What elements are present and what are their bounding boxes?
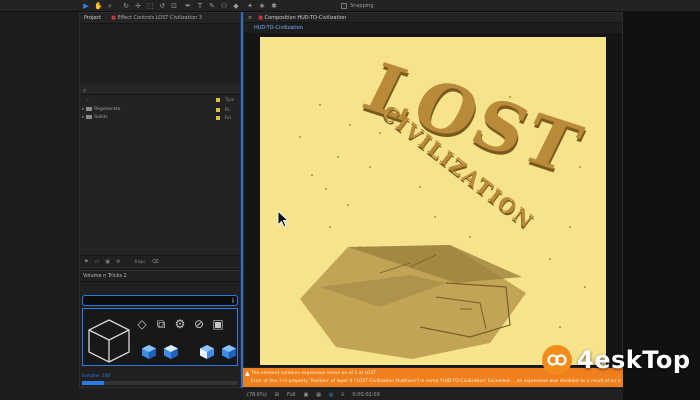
plugin-progress-bar <box>82 381 238 385</box>
tab-effect-controls[interactable]: ■ Effect Controls LOST Civilization 3 <box>111 15 202 21</box>
mouse-cursor-icon <box>277 210 289 228</box>
plugin-controls: ◇ ⧉ ⚙ ⊘ ▣ <box>82 308 238 366</box>
expand-triangle-icon[interactable]: ▸ <box>82 115 84 120</box>
new-composition-icon[interactable]: ▣ <box>105 259 110 265</box>
unified-camera-tool-icon[interactable]: ⬚ <box>146 2 154 10</box>
snapping-label: Snapping <box>350 3 374 9</box>
project-item-name: Solids <box>94 115 108 120</box>
gear-icon[interactable]: ⚙ <box>173 317 187 331</box>
composition-tab[interactable]: ≡ ■ Composition HUD-TO-Civilization <box>244 13 622 23</box>
blue-cube-icon[interactable] <box>221 344 237 360</box>
warning-icon[interactable]: ▲ <box>245 370 250 377</box>
composition-viewer[interactable]: LOST CIVILIZATION <box>244 33 622 367</box>
expand-triangle-icon[interactable]: ▸ <box>82 107 84 112</box>
watermark-text: 4eskTop <box>577 346 691 374</box>
blue-cube-icon[interactable] <box>141 344 157 360</box>
star-tool-icon[interactable]: ✱ <box>270 2 278 10</box>
project-item-solids[interactable]: ▸ Solids Fol <box>80 114 240 121</box>
snapping-toggle[interactable]: Snapping <box>341 2 374 10</box>
plugin-panel-title: Volume n Tricks 2 <box>80 271 240 282</box>
info-icon[interactable]: i <box>232 297 234 305</box>
composition-canvas[interactable]: LOST CIVILIZATION <box>260 37 606 365</box>
project-panel-tabs: Project ■ Effect Controls LOST Civilizat… <box>80 13 240 24</box>
project-item-name: Regenerate <box>94 107 121 112</box>
tab-project[interactable]: Project <box>84 15 101 21</box>
volume-cube-icon <box>88 319 130 363</box>
grid-plane-icon[interactable]: ◇ <box>135 317 149 331</box>
brush-tool-icon[interactable]: ✎ <box>208 2 216 10</box>
close-icon[interactable]: ■ <box>111 15 116 21</box>
region-icon[interactable]: ▣ <box>304 392 309 398</box>
plugin-panel-footer <box>79 388 241 400</box>
snapping-checkbox[interactable] <box>341 3 347 9</box>
composition-panel: ≡ ■ Composition HUD-TO-Civilization HUD-T… <box>243 12 623 388</box>
blue-cube-icon[interactable] <box>163 344 179 360</box>
project-item-type: Fol <box>225 115 231 120</box>
mask-tool-icon[interactable]: ⊡ <box>170 2 178 10</box>
label-column-icon <box>216 98 220 102</box>
error-line-2: Error at line 3 in property 'Position' o… <box>251 379 621 384</box>
plugin-input-bar[interactable]: i <box>82 295 238 306</box>
lock-icon[interactable]: ≡ <box>248 15 252 21</box>
error-line-1: The element contains expression errors o… <box>251 371 377 376</box>
folder-icon <box>86 106 93 111</box>
pan-behind-tool-icon[interactable]: ✛ <box>134 2 142 10</box>
composition-sub-tab[interactable]: HUD-TO-Civilization <box>244 23 622 33</box>
plugin-icon-row: ◇ ⧉ ⚙ ⊘ ▣ <box>135 317 225 331</box>
toolbar: ▶ ✋ ⌕ ↻ ✛ ⬚ ↺ ⊡ ✒ T ✎ ⚇ ◆ ✦ ★ ✱ Snapping <box>0 0 700 12</box>
project-footer: ⚑ ▭ ▣ ⚙ 8 bpc ⌫ <box>80 255 240 267</box>
screen-icon[interactable]: ▣ <box>211 317 225 331</box>
orbit-tool-icon[interactable]: ↻ <box>122 2 130 10</box>
plugin-status-text: Installer 100 <box>82 374 111 379</box>
zoom-dropdown[interactable]: (78.6%) <box>247 392 267 398</box>
composition-footer: (78.6%) ⊞ Full ▣ ▦ ◎ ⌾ 0:00:02:09 <box>243 388 623 400</box>
interpret-footage-icon[interactable]: ⚑ <box>84 259 88 265</box>
blue-cube-icon[interactable] <box>199 344 215 360</box>
trash-icon[interactable]: ⌫ <box>152 259 159 265</box>
watermark: 4eskTop <box>540 342 691 378</box>
camera-icon[interactable]: ◎ <box>329 392 333 398</box>
project-column-header: ⌄ Type <box>80 97 240 104</box>
zoom-tool-icon[interactable]: ⌕ <box>106 2 114 10</box>
snapshot-icon[interactable]: ⌾ <box>341 392 344 398</box>
type-tool-icon[interactable]: T <box>196 2 204 10</box>
rotate-tool-icon[interactable]: ↺ <box>158 2 166 10</box>
plugin-cube-row <box>141 344 237 360</box>
project-search-input[interactable]: ⌕ <box>80 86 240 95</box>
selection-tool-icon[interactable]: ▶ <box>82 2 90 10</box>
new-folder-icon[interactable]: ▭ <box>94 259 99 265</box>
folder-icon <box>86 114 93 119</box>
plugin-progress-fill <box>82 381 104 385</box>
timecode[interactable]: 0:00:02:09 <box>352 392 379 398</box>
project-preview <box>80 24 240 84</box>
search-icon: ⌕ <box>83 87 87 94</box>
eraser-tool-icon[interactable]: ◆ <box>232 2 240 10</box>
hud-plane-shadow <box>300 245 526 359</box>
close-icon[interactable]: ■ <box>258 15 263 21</box>
composition-tab-title: Composition HUD-TO-Civilization <box>264 15 347 21</box>
project-panel: Project ■ Effect Controls LOST Civilizat… <box>79 12 241 268</box>
watermark-logo-icon <box>542 345 572 375</box>
project-item-regenerate[interactable]: ▸ Regenerate Fo <box>80 106 240 113</box>
clone-stamp-tool-icon[interactable]: ⚇ <box>220 2 228 10</box>
type-column-header[interactable]: Type <box>225 97 234 102</box>
puppet-pin-tool-icon[interactable]: ★ <box>258 2 266 10</box>
transparency-icon[interactable]: ▦ <box>316 392 321 398</box>
name-column-icon: ⌄ <box>86 97 90 102</box>
image-layers-icon[interactable]: ⧉ <box>154 317 168 331</box>
adjust-icon[interactable]: ⚙ <box>116 259 120 265</box>
plugin-panel: Volume n Tricks 2 i ◇ ⧉ ⚙ ⊘ ▣ Installer … <box>79 270 241 388</box>
hand-tool-icon[interactable]: ✋ <box>94 2 103 10</box>
label-color-swatch[interactable] <box>216 116 220 120</box>
label-color-swatch[interactable] <box>216 108 220 112</box>
pen-tool-icon[interactable]: ✒ <box>184 2 192 10</box>
resolution-dropdown[interactable]: Full <box>287 392 296 398</box>
grid-icon[interactable]: ⊞ <box>275 392 279 398</box>
bit-depth-button[interactable]: 8 bpc <box>134 259 145 264</box>
roto-brush-tool-icon[interactable]: ✦ <box>246 2 254 10</box>
link-icon[interactable]: ⊘ <box>192 317 206 331</box>
project-item-type: Fo <box>225 107 230 112</box>
